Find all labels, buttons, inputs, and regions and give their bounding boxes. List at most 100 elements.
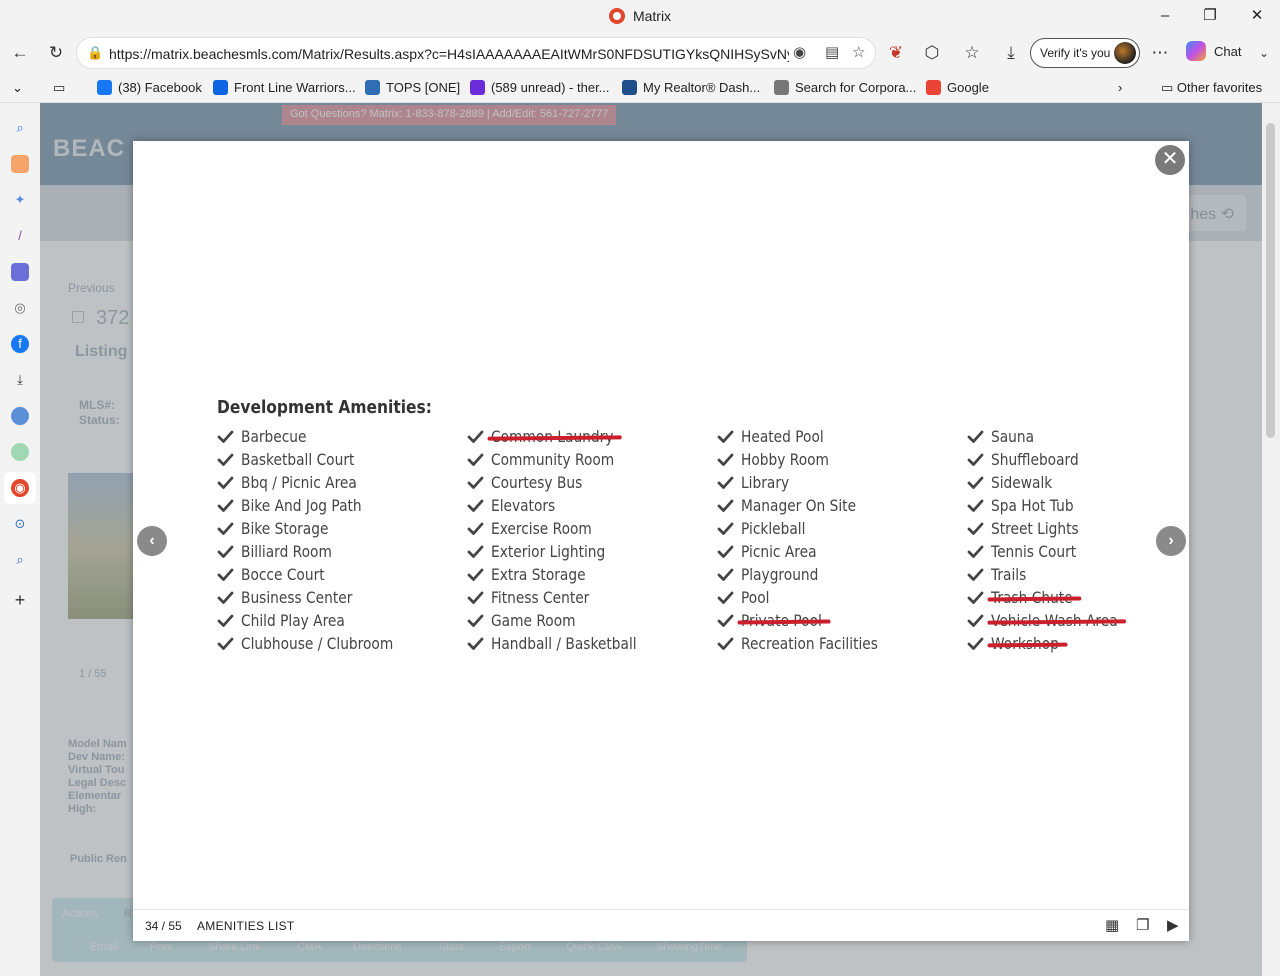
- facebook-icon[interactable]: f: [11, 335, 29, 353]
- checkmark-icon: [217, 453, 234, 466]
- amenity-item: Trash Chute: [967, 587, 1207, 610]
- amenity-label: Spa Hot Tub: [991, 496, 1074, 515]
- realtor-icon[interactable]: [11, 407, 29, 425]
- amenity-item: Billiard Room: [217, 541, 457, 564]
- checkmark-icon: [467, 591, 484, 604]
- url-text[interactable]: https://matrix.beachesmls.com/Matrix/Res…: [109, 46, 789, 62]
- previous-photo-button[interactable]: ‹: [137, 526, 167, 556]
- checkmark-icon: [217, 522, 234, 535]
- page-scrollbar[interactable]: [1262, 103, 1280, 976]
- amenity-item: Bocce Court: [217, 564, 457, 587]
- amenity-item: Street Lights: [967, 518, 1207, 541]
- minimize-button[interactable]: –: [1145, 4, 1185, 28]
- extensions-puzzle-icon[interactable]: ⬡: [918, 39, 946, 67]
- fullscreen-icon[interactable]: ❐: [1136, 916, 1149, 934]
- amenity-label: Basketball Court: [241, 450, 355, 469]
- amenity-label: Picnic Area: [741, 542, 817, 561]
- folder-icon: ▭: [1161, 80, 1177, 95]
- amenity-item: Library: [717, 472, 957, 495]
- extension-icon[interactable]: ❦: [882, 39, 910, 67]
- checkmark-icon: [717, 522, 734, 535]
- checkmark-icon: [717, 545, 734, 558]
- amenity-item: Clubhouse / Clubroom: [217, 633, 457, 656]
- other-favorites-folder[interactable]: ▭ Other favorites: [1161, 80, 1262, 96]
- amenity-label-struck: Common Laundry: [491, 427, 614, 446]
- reader-view-icon[interactable]: ▤: [825, 43, 839, 61]
- add-icon[interactable]: +: [11, 591, 29, 609]
- amenity-label: Courtesy Bus: [491, 473, 583, 492]
- favorite-link[interactable]: Google: [926, 80, 989, 95]
- chevron-right-icon[interactable]: ›: [1118, 80, 1122, 95]
- favorite-link[interactable]: (589 unread) - ther...: [470, 80, 610, 95]
- downloads-icon[interactable]: ⤓: [997, 39, 1025, 67]
- amenity-item: Extra Storage: [467, 564, 707, 587]
- grid-view-icon[interactable]: ▦: [1105, 916, 1119, 934]
- amenity-label: Bike Storage: [241, 519, 329, 538]
- favorite-link[interactable]: (38) Facebook: [97, 80, 202, 95]
- refresh-button[interactable]: ↻: [42, 39, 70, 67]
- checkmark-icon: [217, 430, 234, 443]
- amenity-label: Bike And Jog Path: [241, 496, 362, 515]
- sidebar-toggle-icon[interactable]: ⌄: [12, 80, 23, 96]
- favorites-bar: ⌄ ▭ (38) Facebook Front Line Warriors...…: [0, 73, 1280, 103]
- app-icon[interactable]: [11, 443, 29, 461]
- shopping-icon[interactable]: [11, 155, 29, 173]
- matrix-logo-icon: [608, 8, 625, 24]
- checkmark-icon: [967, 522, 984, 535]
- close-modal-button[interactable]: ✕: [1155, 145, 1185, 175]
- amenity-label: Tennis Court: [991, 542, 1077, 561]
- tab-actions-icon[interactable]: ▭: [53, 80, 65, 96]
- amenity-item: Playground: [717, 564, 957, 587]
- favorites-icon[interactable]: ☆: [958, 39, 986, 67]
- more-menu-icon[interactable]: ⋯: [1146, 39, 1174, 67]
- checkmark-icon: [467, 568, 484, 581]
- amenity-item: Pool: [717, 587, 957, 610]
- photo-counter: 34 / 55: [145, 919, 182, 933]
- favorite-link[interactable]: My Realtor® Dash...: [622, 80, 760, 95]
- copilot-chat-button[interactable]: Chat: [1186, 41, 1241, 61]
- checkmark-icon: [717, 637, 734, 650]
- amenity-label: Pickleball: [741, 519, 806, 538]
- checkmark-icon: [967, 476, 984, 489]
- trello-icon: [213, 80, 228, 95]
- scrollbar-thumb[interactable]: [1266, 123, 1275, 438]
- checkmark-icon: [717, 476, 734, 489]
- amenity-item: Bike And Jog Path: [217, 495, 457, 518]
- back-button[interactable]: ←: [6, 39, 34, 67]
- pen-icon[interactable]: /: [11, 227, 29, 245]
- play-slideshow-icon[interactable]: ▶: [1167, 916, 1179, 934]
- verify-profile-button[interactable]: Verify it's you: [1030, 38, 1140, 68]
- amenity-label: Child Play Area: [241, 611, 345, 630]
- amenity-item: Barbecue: [217, 426, 457, 449]
- mail-icon[interactable]: [11, 263, 29, 281]
- checkmark-icon: [967, 591, 984, 604]
- chevron-down-icon[interactable]: ⌄: [1250, 39, 1278, 67]
- favorite-link[interactable]: Front Line Warriors...: [213, 80, 356, 95]
- favorite-star-icon[interactable]: ☆: [852, 43, 865, 61]
- amenity-item: Child Play Area: [217, 610, 457, 633]
- restore-button[interactable]: ❐: [1190, 4, 1230, 28]
- browser-sidebar: ⌕ ✦ / ◎ f ⤓ ◉ ⊙ ⌕ +: [0, 103, 40, 976]
- tops-icon: [365, 80, 380, 95]
- close-window-button[interactable]: ✕: [1237, 4, 1277, 28]
- checkmark-icon: [467, 453, 484, 466]
- amenity-label: Extra Storage: [491, 565, 586, 584]
- address-bar[interactable]: 🔒 https://matrix.beachesmls.com/Matrix/R…: [76, 37, 876, 69]
- favorite-link[interactable]: Search for Corpora...: [774, 80, 916, 95]
- camera-icon[interactable]: ◎: [11, 299, 29, 317]
- search-icon[interactable]: ⌕: [11, 119, 29, 137]
- amenity-label: Bbq / Picnic Area: [241, 473, 357, 492]
- favorite-link[interactable]: TOPS [ONE]: [365, 80, 460, 95]
- amenity-label: Shuffleboard: [991, 450, 1079, 469]
- tools-icon[interactable]: ✦: [11, 191, 29, 209]
- download-icon[interactable]: ⤓: [11, 371, 29, 389]
- matrix-icon[interactable]: ◉: [11, 479, 29, 497]
- amenity-label: Pool: [741, 588, 770, 607]
- search-icon[interactable]: ⌕: [11, 551, 29, 569]
- amenity-item: Shuffleboard: [967, 449, 1207, 472]
- tracking-prevention-icon[interactable]: ◉: [793, 43, 806, 61]
- checkmark-icon: [717, 430, 734, 443]
- browser-toolbar: ← ↻ 🔒 https://matrix.beachesmls.com/Matr…: [0, 33, 1280, 73]
- compass-icon[interactable]: ⊙: [11, 515, 29, 533]
- amenity-item: Pickleball: [717, 518, 957, 541]
